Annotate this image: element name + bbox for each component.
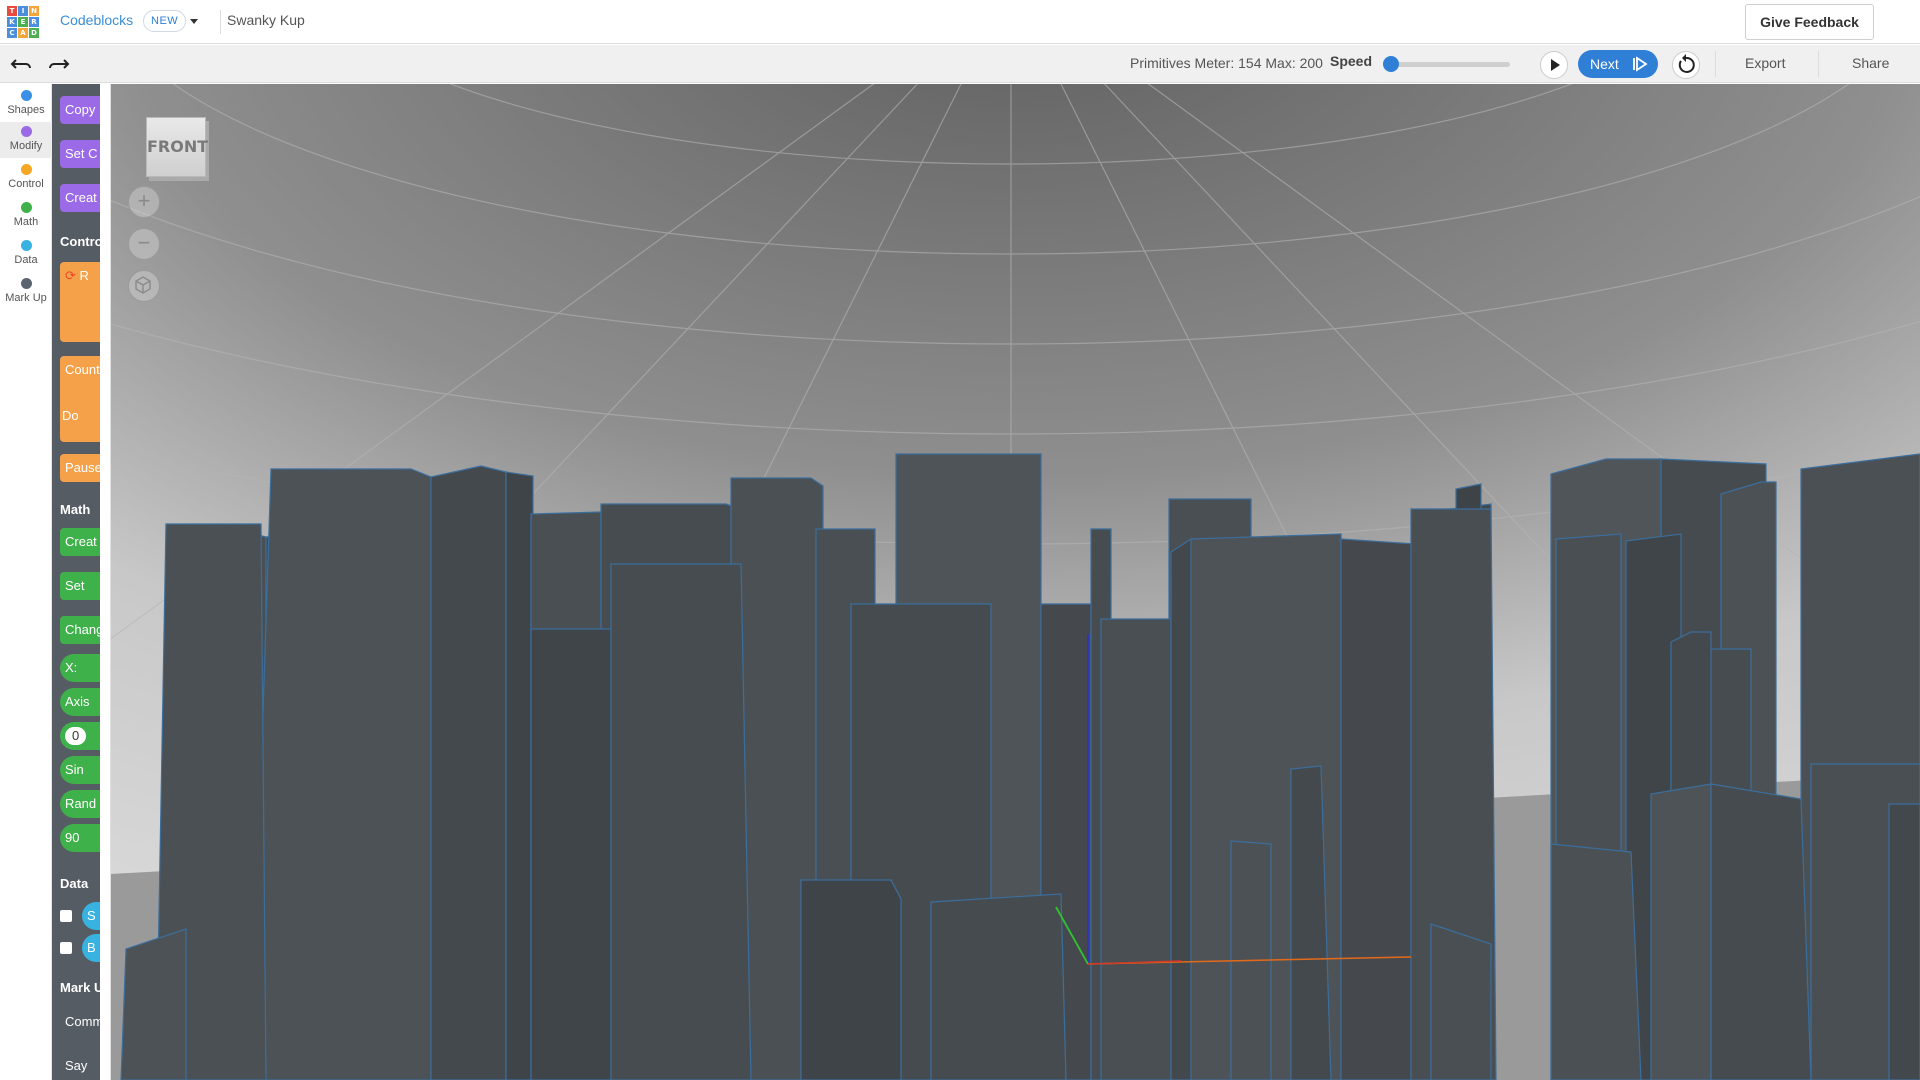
speed-slider-track[interactable] — [1388, 62, 1510, 67]
view-cube[interactable]: FRONT — [146, 117, 208, 177]
logo-letter: D — [29, 28, 39, 38]
block-create-variable[interactable]: Creat — [60, 528, 100, 556]
block-axis[interactable]: Axis — [60, 688, 100, 716]
category-label: Data — [14, 254, 38, 266]
toolbar: Primitives Meter: 154 Max: 200 Speed Nex… — [0, 45, 1920, 83]
tinkercad-logo[interactable]: T I N K E R C A D — [7, 6, 39, 38]
flyout-resize-handle[interactable] — [100, 84, 111, 1080]
export-button[interactable]: Export — [1745, 55, 1785, 71]
category-label: Mark Up — [5, 292, 47, 304]
project-name[interactable]: Swanky Kup — [227, 12, 305, 28]
app-name-link[interactable]: Codeblocks — [60, 12, 133, 28]
data-checkbox-1[interactable] — [60, 910, 72, 922]
block-x[interactable]: X: — [60, 654, 100, 682]
markup-dot-icon — [20, 278, 32, 289]
section-data: Data — [60, 876, 89, 891]
play-icon — [1551, 59, 1560, 71]
data-dot-icon — [20, 240, 32, 251]
math-dot-icon — [20, 202, 32, 213]
speed-label: Speed — [1330, 53, 1373, 69]
play-button[interactable] — [1540, 51, 1568, 79]
block-count[interactable]: Count Do — [60, 356, 100, 442]
3d-viewport[interactable]: FRONT + − — [111, 84, 1920, 1080]
toolbar-divider — [1818, 51, 1819, 77]
cube-home-icon — [135, 276, 151, 294]
zoom-out-button[interactable]: − — [128, 228, 160, 260]
block-change[interactable]: Chang — [60, 616, 100, 644]
repeat-icon: ⟳ — [65, 268, 76, 283]
header-divider — [220, 10, 221, 34]
category-label: Shapes — [7, 104, 45, 116]
logo-letter: E — [18, 17, 28, 27]
speed-slider-thumb[interactable] — [1383, 56, 1399, 72]
block-create-group[interactable]: Creat — [60, 184, 100, 212]
new-badge: NEW — [143, 10, 187, 32]
next-button[interactable]: Next — [1578, 50, 1658, 78]
logo-letter: N — [29, 6, 39, 16]
block-say[interactable]: Say — [60, 1052, 100, 1080]
reset-button[interactable] — [1672, 51, 1700, 79]
block-set-color[interactable]: Set C — [60, 140, 100, 168]
block-sin[interactable]: Sin — [60, 756, 100, 784]
repeat-label: R — [79, 268, 89, 283]
block-data-variable-2[interactable]: B — [82, 934, 100, 962]
block-random[interactable]: Rand — [60, 790, 100, 818]
category-modify[interactable]: Modify — [0, 122, 52, 158]
step-forward-icon — [1633, 56, 1648, 72]
block-number-zero[interactable]: 0 — [60, 722, 100, 750]
shapes-dot-icon — [20, 90, 32, 101]
section-math: Math — [60, 502, 91, 517]
logo-letter: T — [7, 6, 17, 16]
section-control: Contro — [60, 234, 100, 249]
buildings — [120, 453, 1920, 1080]
category-label: Math — [13, 216, 39, 228]
modify-dot-icon — [20, 126, 32, 137]
block-set[interactable]: Set — [60, 572, 100, 600]
do-label: Do — [62, 408, 79, 423]
number-value: 0 — [65, 727, 87, 745]
blocks-flyout: Copy Set C Creat Contro ⟳ R Count Do Pau… — [52, 84, 100, 1080]
share-button[interactable]: Share — [1852, 55, 1889, 71]
city-scene — [111, 84, 1920, 1080]
zoom-in-button[interactable]: + — [128, 186, 160, 218]
give-feedback-button[interactable]: Give Feedback — [1745, 4, 1874, 40]
redo-icon[interactable] — [46, 51, 72, 77]
block-copy[interactable]: Copy — [60, 96, 100, 124]
logo-letter: A — [18, 28, 28, 38]
logo-letter: I — [18, 6, 28, 16]
category-markup[interactable]: Mark Up — [0, 274, 52, 310]
category-math[interactable]: Math — [0, 198, 52, 234]
category-control[interactable]: Control — [0, 160, 52, 196]
chevron-down-icon[interactable] — [190, 19, 198, 24]
category-sidebar: Shapes Modify Control Math Data Mark Up — [0, 84, 52, 1080]
logo-letter: K — [7, 17, 17, 27]
category-data[interactable]: Data — [0, 236, 52, 272]
logo-letter: C — [7, 28, 17, 38]
category-shapes[interactable]: Shapes — [0, 86, 52, 122]
next-button-label: Next — [1590, 56, 1619, 72]
home-view-button[interactable] — [128, 270, 160, 302]
top-header: T I N K E R C A D Codeblocks NEW Swanky … — [0, 0, 1920, 44]
block-pause[interactable]: Pause — [60, 454, 100, 482]
data-checkbox-2[interactable] — [60, 942, 72, 954]
toolbar-divider — [1715, 51, 1716, 77]
block-comment[interactable]: Comm — [60, 1008, 100, 1036]
block-data-variable-1[interactable]: S — [82, 902, 100, 930]
reset-icon — [1678, 54, 1695, 73]
undo-icon[interactable] — [8, 51, 34, 77]
block-number-ninety[interactable]: 90 — [60, 824, 100, 852]
category-label: Control — [8, 178, 44, 190]
primitives-meter: Primitives Meter: 154 Max: 200 — [1130, 55, 1323, 71]
section-markup: Mark U — [60, 980, 100, 995]
count-label: Count — [65, 362, 100, 377]
logo-letter: R — [29, 17, 39, 27]
control-dot-icon — [20, 164, 32, 175]
block-repeat[interactable]: ⟳ R — [60, 262, 100, 342]
category-label: Modify — [9, 140, 43, 152]
